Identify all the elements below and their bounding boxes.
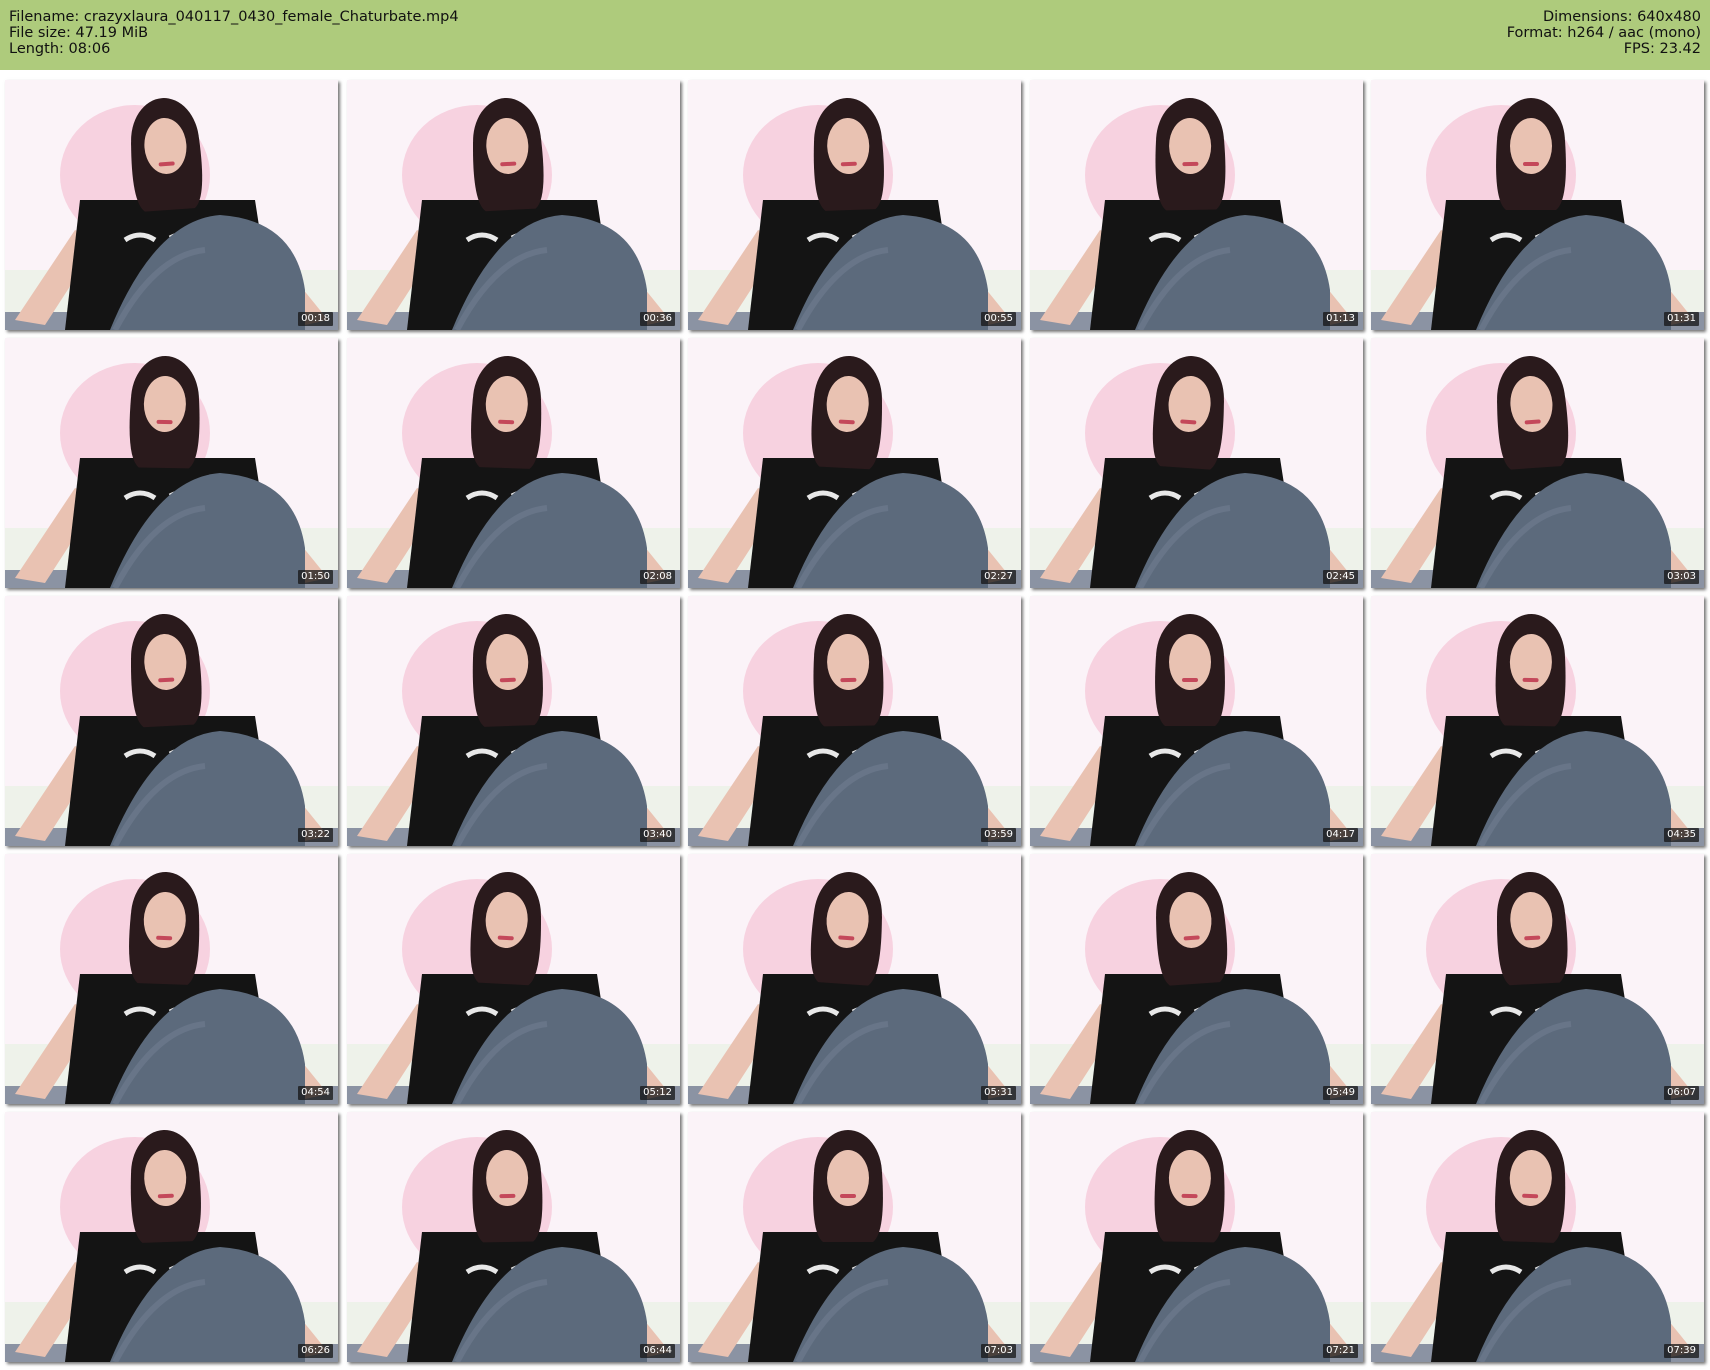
timestamp-badge: 07:03 (981, 1344, 1016, 1358)
frame-image (5, 80, 338, 330)
frame-image (347, 1112, 680, 1362)
frame-image (1030, 80, 1363, 330)
dimensions-label: Dimensions: (1542, 9, 1633, 25)
video-frame-thumbnail: 00:55 (688, 80, 1021, 330)
video-frame-thumbnail: 01:31 (1371, 80, 1704, 330)
format-label: Format: (1506, 25, 1563, 41)
video-frame-thumbnail: 03:59 (688, 596, 1021, 846)
length-label: Length: (9, 41, 64, 57)
frame-image (1371, 338, 1704, 588)
timestamp-badge: 04:54 (298, 1086, 333, 1100)
video-frame-thumbnail: 02:27 (688, 338, 1021, 588)
video-frame-thumbnail: 05:12 (347, 854, 680, 1104)
video-frame-thumbnail: 00:36 (347, 80, 680, 330)
timestamp-badge: 02:45 (1323, 570, 1358, 584)
video-frame-thumbnail: 04:35 (1371, 596, 1704, 846)
frame-image (688, 338, 1021, 588)
video-frame-thumbnail: 06:26 (5, 1112, 338, 1362)
frame-image (5, 338, 338, 588)
frame-image (5, 596, 338, 846)
info-right-block: Dimensions: 640x480 Format: h264 / aac (… (1507, 9, 1701, 57)
video-frame-thumbnail: 03:03 (1371, 338, 1704, 588)
timestamp-badge: 05:31 (981, 1086, 1016, 1100)
frame-image (5, 854, 338, 1104)
timestamp-badge: 01:50 (298, 570, 333, 584)
timestamp-badge: 01:31 (1664, 312, 1699, 326)
fps-value: 23.42 (1659, 41, 1701, 57)
video-frame-thumbnail: 04:17 (1030, 596, 1363, 846)
timestamp-badge: 06:44 (640, 1344, 675, 1358)
frame-image (1371, 80, 1704, 330)
video-frame-thumbnail: 07:21 (1030, 1112, 1363, 1362)
timestamp-badge: 06:07 (1664, 1086, 1699, 1100)
frame-image (688, 596, 1021, 846)
video-frame-thumbnail: 03:40 (347, 596, 680, 846)
info-header: Filename: crazyxlaura_040117_0430_female… (0, 0, 1710, 70)
video-frame-thumbnail: 05:49 (1030, 854, 1363, 1104)
frame-image (688, 80, 1021, 330)
frame-image (1030, 596, 1363, 846)
filesize-label: File size: (9, 25, 71, 41)
filename-line: Filename: crazyxlaura_040117_0430_female… (9, 9, 459, 25)
timestamp-badge: 06:26 (298, 1344, 333, 1358)
timestamp-badge: 05:12 (640, 1086, 675, 1100)
timestamp-badge: 02:08 (640, 570, 675, 584)
video-frame-thumbnail: 02:45 (1030, 338, 1363, 588)
length-value: 08:06 (68, 41, 111, 57)
video-frame-thumbnail: 02:08 (347, 338, 680, 588)
timestamp-badge: 03:22 (298, 828, 333, 842)
frame-image (1371, 596, 1704, 846)
frame-image (1371, 1112, 1704, 1362)
frame-image (1030, 854, 1363, 1104)
frame-image (1030, 1112, 1363, 1362)
video-frame-thumbnail: 06:07 (1371, 854, 1704, 1104)
video-frame-thumbnail: 07:39 (1371, 1112, 1704, 1362)
frame-image (1030, 338, 1363, 588)
format-value: h264 / aac (mono) (1567, 25, 1701, 41)
frame-image (347, 80, 680, 330)
frame-image (688, 1112, 1021, 1362)
video-frame-thumbnail: 07:03 (688, 1112, 1021, 1362)
dimensions-line: Dimensions: 640x480 (1507, 9, 1701, 25)
filesize-line: File size: 47.19 MiB (9, 25, 459, 41)
video-frame-thumbnail: 06:44 (347, 1112, 680, 1362)
timestamp-badge: 05:49 (1323, 1086, 1358, 1100)
timestamp-badge: 07:39 (1664, 1344, 1699, 1358)
frame-image (347, 338, 680, 588)
timestamp-badge: 03:59 (981, 828, 1016, 842)
info-left-block: Filename: crazyxlaura_040117_0430_female… (9, 9, 459, 57)
frame-image (347, 596, 680, 846)
filename-value: crazyxlaura_040117_0430_female_Chaturbat… (83, 9, 459, 25)
video-frame-thumbnail: 01:13 (1030, 80, 1363, 330)
frame-image (688, 854, 1021, 1104)
video-frame-thumbnail: 05:31 (688, 854, 1021, 1104)
format-line: Format: h264 / aac (mono) (1507, 25, 1701, 41)
video-frame-thumbnail: 00:18 (5, 80, 338, 330)
timestamp-badge: 02:27 (981, 570, 1016, 584)
filesize-value: 47.19 MiB (75, 25, 149, 41)
timestamp-badge: 04:17 (1323, 828, 1358, 842)
video-frame-thumbnail: 04:54 (5, 854, 338, 1104)
frame-image (5, 1112, 338, 1362)
video-frame-thumbnail: 03:22 (5, 596, 338, 846)
fps-label: FPS: (1623, 41, 1655, 57)
frame-image (347, 854, 680, 1104)
dimensions-value: 640x480 (1637, 9, 1701, 25)
timestamp-badge: 03:40 (640, 828, 675, 842)
thumbnail-grid: 00:18 00:36 00:55 01:13 01:31 01:50 02:08 02:27… (5, 80, 1705, 1362)
filename-label: Filename: (9, 9, 80, 25)
timestamp-badge: 01:13 (1323, 312, 1358, 326)
frame-image (1371, 854, 1704, 1104)
video-frame-thumbnail: 01:50 (5, 338, 338, 588)
timestamp-badge: 04:35 (1664, 828, 1699, 842)
timestamp-badge: 00:36 (640, 312, 675, 326)
timestamp-badge: 07:21 (1323, 1344, 1358, 1358)
timestamp-badge: 00:18 (298, 312, 333, 326)
fps-line: FPS: 23.42 (1507, 41, 1701, 57)
timestamp-badge: 03:03 (1664, 570, 1699, 584)
length-line: Length: 08:06 (9, 41, 459, 57)
timestamp-badge: 00:55 (981, 312, 1016, 326)
